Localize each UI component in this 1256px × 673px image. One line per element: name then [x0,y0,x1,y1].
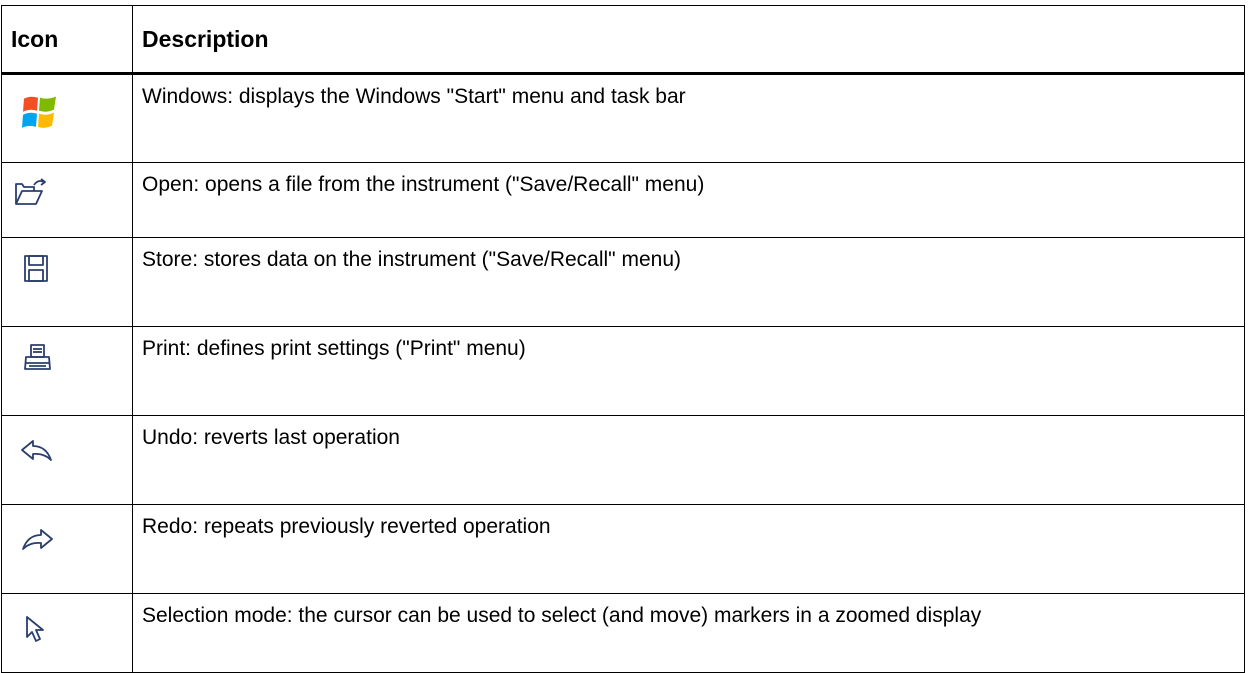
table-header-row: Icon Description [1,5,1245,75]
icon-cell [1,73,133,163]
column-header-description: Description [132,5,1245,75]
column-header-icon: Icon [1,5,133,75]
icon-cell [1,237,133,327]
icon-cell [1,415,133,505]
undo-arrow-icon [20,438,54,466]
row-description: Print: defines print settings ("Print" m… [132,326,1245,416]
icon-description-table: Icon Description Windows: displays the W… [1,5,1245,673]
table-row: Store: stores data on the instrument ("S… [1,237,1245,327]
table-row: Windows: displays the Windows "Start" me… [1,73,1245,163]
windows-logo-icon [20,93,60,135]
row-description: Windows: displays the Windows "Start" me… [132,73,1245,163]
row-description: Store: stores data on the instrument ("S… [132,237,1245,327]
selection-cursor-icon [23,614,49,644]
icon-cell [1,162,133,238]
floppy-disk-icon [23,254,51,284]
open-folder-icon [14,177,48,207]
printer-icon [23,343,53,373]
row-description: Undo: reverts last operation [132,415,1245,505]
table-row: Open: opens a file from the instrument (… [1,162,1245,238]
table-row: Print: defines print settings ("Print" m… [1,326,1245,416]
table-row: Redo: repeats previously reverted operat… [1,504,1245,594]
icon-cell [1,504,133,594]
icon-cell [1,326,133,416]
row-description: Redo: repeats previously reverted operat… [132,504,1245,594]
redo-arrow-icon [20,527,54,555]
row-description: Open: opens a file from the instrument (… [132,162,1245,238]
table-row: Undo: reverts last operation [1,415,1245,505]
